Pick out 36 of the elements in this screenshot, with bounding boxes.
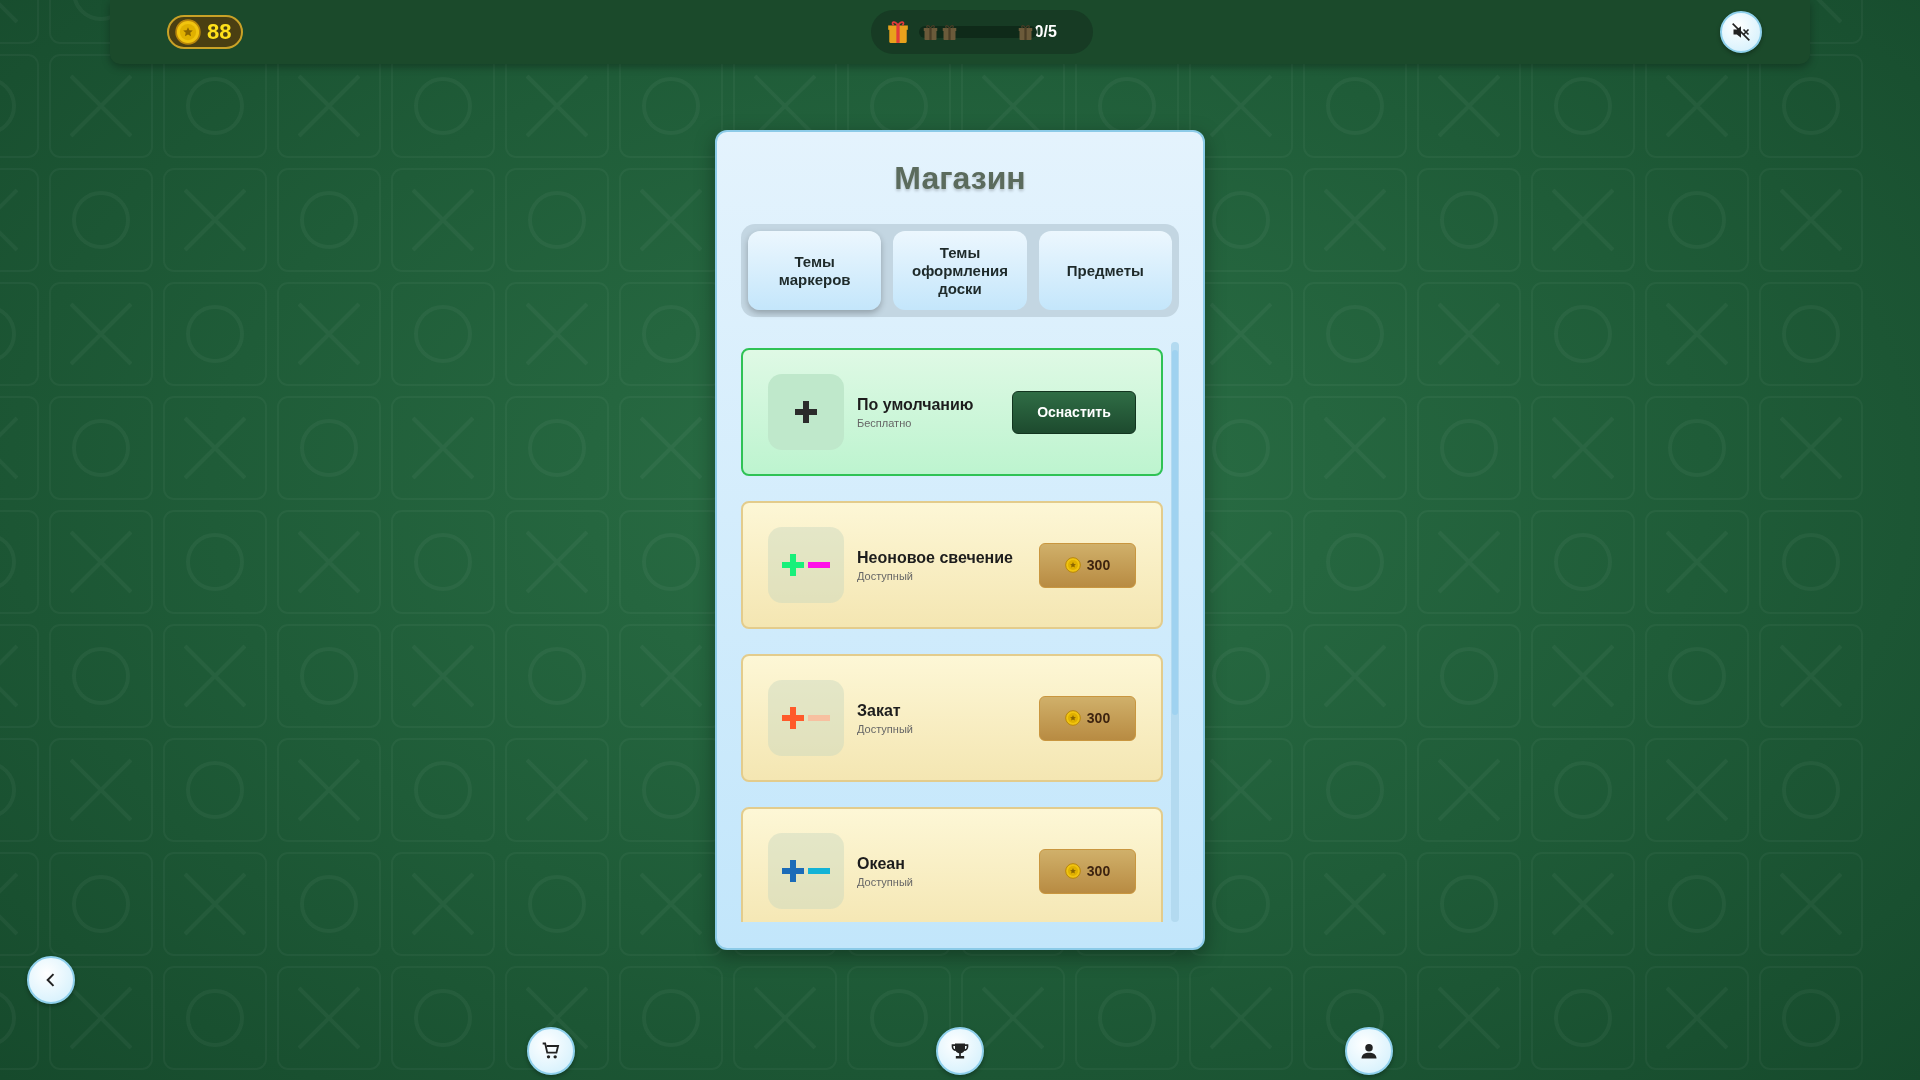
equip-button[interactable]: Оснастить: [1012, 390, 1136, 434]
coin-icon: [1064, 710, 1081, 726]
nav-button[interactable]: [936, 1027, 984, 1075]
coin-icon: [1064, 557, 1081, 573]
scrollbar[interactable]: [1171, 342, 1179, 922]
gift-icon: [941, 23, 957, 41]
nav-button[interactable]: [527, 1027, 575, 1075]
gift-icon: [886, 20, 909, 44]
category-tab[interactable]: Темы оформления доски: [893, 231, 1027, 310]
person-icon: [1359, 1041, 1379, 1061]
item-name: По умолчанию: [857, 395, 975, 414]
item-name: Закат: [857, 701, 902, 720]
coin-count: 88: [207, 19, 232, 45]
buy-button[interactable]: 300: [1039, 542, 1136, 588]
gift-icon: [922, 23, 938, 41]
nav-button[interactable]: [1345, 1027, 1393, 1075]
coin-icon: [175, 19, 201, 45]
buy-button[interactable]: 300: [1039, 848, 1136, 894]
item-status: Доступный: [857, 875, 914, 888]
item-status: Доступный: [857, 722, 914, 735]
mute-button[interactable]: [1720, 11, 1762, 53]
shop-title: Магазин: [893, 160, 1027, 197]
item-name: Неоновое свечение: [857, 548, 1014, 567]
trophy-icon: [950, 1041, 970, 1061]
coin-icon: [1064, 863, 1081, 879]
item-name: Океан: [857, 854, 906, 873]
back-button[interactable]: [27, 956, 75, 1004]
muted-speaker-icon: [1731, 22, 1751, 42]
cart-icon: [541, 1041, 561, 1061]
category-tab[interactable]: Предметы: [1038, 231, 1172, 310]
buy-button[interactable]: 300: [1039, 695, 1136, 741]
item-status: Доступный: [857, 569, 914, 582]
gift-icon: [1017, 23, 1033, 41]
category-tab[interactable]: Темы маркеров: [748, 231, 882, 310]
gift-count: 0/5: [1034, 23, 1057, 41]
item-status: Бесплатно: [857, 416, 913, 429]
